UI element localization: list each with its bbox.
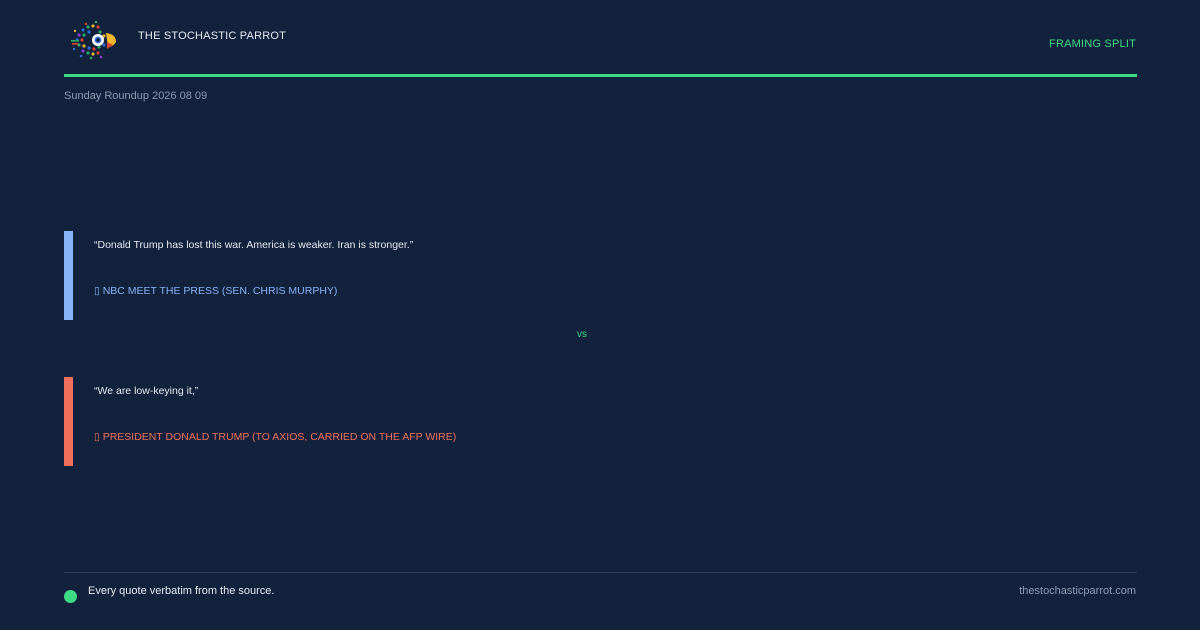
quote-text: “We are low-keying it,” bbox=[94, 385, 199, 397]
quote-attribution: ▯ PRESIDENT DONALD TRUMP (TO AXIOS, CARR… bbox=[94, 431, 457, 443]
vs-label: vs bbox=[577, 329, 587, 340]
roundup-date: Sunday Roundup 2026 08 09 bbox=[64, 90, 208, 102]
parrot-logo-icon bbox=[69, 16, 119, 64]
brand-name: THE STOCHASTIC PARROT bbox=[138, 30, 287, 42]
framing-split-tag: FRAMING SPLIT bbox=[1049, 38, 1136, 50]
footer-divider bbox=[64, 572, 1137, 573]
status-dot-icon bbox=[64, 590, 77, 603]
quote-attribution: ▯ NBC MEET THE PRESS (SEN. CHRIS MURPHY) bbox=[94, 285, 338, 297]
quote-accent-bar bbox=[64, 231, 73, 320]
quote-accent-bar bbox=[64, 377, 73, 466]
footer-note: Every quote verbatim from the source. bbox=[88, 585, 275, 597]
quote-card-1: “Donald Trump has lost this war. America… bbox=[64, 231, 964, 320]
header-divider bbox=[64, 74, 1137, 77]
quote-text: “Donald Trump has lost this war. America… bbox=[94, 239, 414, 251]
site-link[interactable]: thestochasticparrot.com bbox=[1019, 585, 1136, 597]
quote-card-2: “We are low-keying it,” ▯ PRESIDENT DONA… bbox=[64, 377, 964, 466]
